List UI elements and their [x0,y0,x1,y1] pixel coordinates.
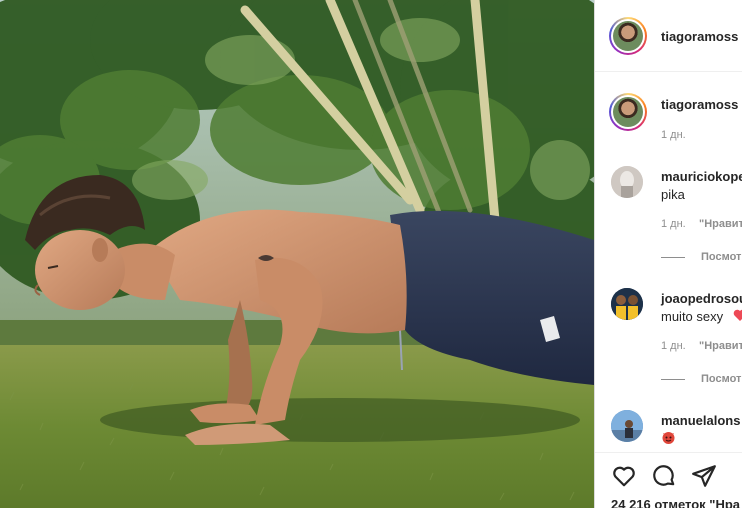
comment-avatar[interactable] [611,166,643,198]
post-action-bar: 24 216 отметок "Нра [595,452,742,508]
view-replies-link[interactable]: Посмот [701,251,741,263]
devil-emoji-icon [662,432,675,444]
speech-bubble-icon[interactable] [651,463,677,489]
comment-text: pika [661,187,685,202]
commenter-photo-icon [611,288,643,320]
comment-text: muito sexy [661,309,724,324]
post-header: tiagoramoss [595,0,742,72]
comment-username[interactable]: joaopedrosou [661,291,742,306]
author-username[interactable]: tiagoramoss [661,29,738,44]
comment-timestamp[interactable]: 1 дн. [661,340,686,352]
view-replies-link[interactable]: Посмот [701,373,741,385]
likes-count[interactable]: 24 216 отметок "Нра [611,497,740,508]
caption-author-avatar[interactable] [609,93,647,131]
post-photo[interactable] [0,0,594,508]
caption-username[interactable]: tiagoramoss [661,97,738,112]
red-heart-emoji-icon [733,309,742,321]
commenter-photo-icon [611,166,643,198]
comment-avatar[interactable] [611,410,643,442]
replies-divider [661,379,685,380]
comment-like-count[interactable]: "Нравит [699,218,742,230]
comment-like-count[interactable]: "Нравит [699,340,742,352]
comment-avatar[interactable] [611,288,643,320]
comment-username[interactable]: mauriciokope [661,169,742,184]
comment-username[interactable]: manuelalons [661,413,740,428]
replies-divider [661,257,685,258]
commenter-photo-icon [611,410,643,442]
author-avatar[interactable] [609,17,647,55]
paper-plane-icon[interactable] [691,463,717,489]
heart-outline-icon[interactable] [611,463,637,489]
comment-timestamp[interactable]: 1 дн. [661,218,686,230]
caption-timestamp[interactable]: 1 дн. [661,129,686,141]
post-side-panel: tiagoramoss tiagoramoss 1 дн. mauricioko… [594,0,742,508]
push-up-photo [0,0,594,508]
